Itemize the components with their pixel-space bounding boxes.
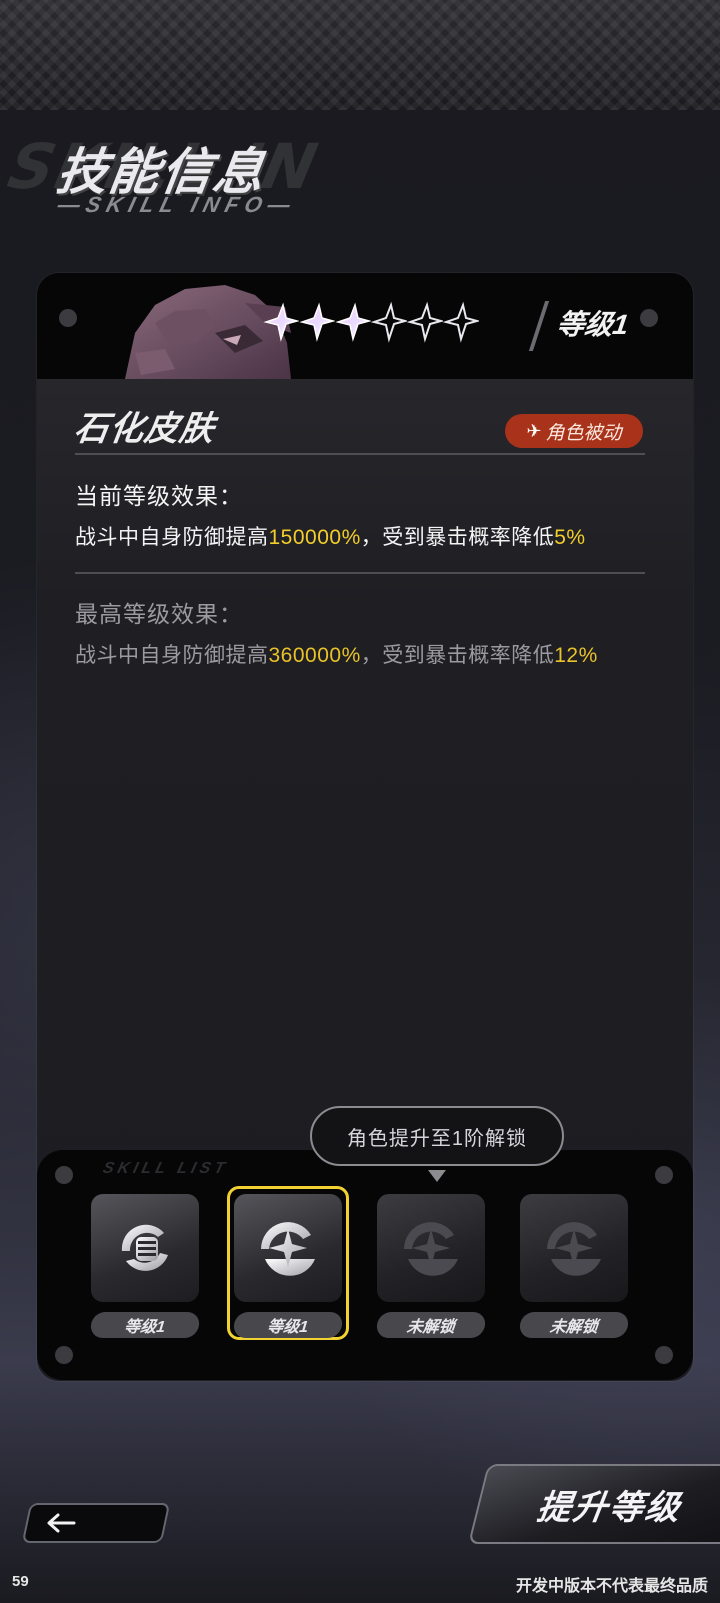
panel-dot	[55, 1166, 73, 1184]
top-texture	[0, 0, 720, 110]
max-defense-value: 360000%	[268, 644, 361, 667]
header-dot-right	[640, 309, 658, 327]
star-empty-icon	[443, 301, 479, 343]
current-effect-middle: ，受到暴击概率降低	[360, 526, 555, 549]
skill-slot-icon	[520, 1194, 628, 1302]
skill-slot-2[interactable]: 等级1	[227, 1186, 349, 1344]
max-crit-value: 12%	[554, 644, 598, 667]
skill-slot-icon	[377, 1194, 485, 1302]
shield-star-icon	[261, 1222, 315, 1276]
card-header: 等级1	[37, 273, 693, 379]
star-filled-icon	[263, 302, 299, 342]
skill-slot-4[interactable]: 未解锁	[517, 1194, 631, 1344]
panel-dot	[655, 1346, 673, 1364]
skill-level: 等级1	[554, 309, 631, 340]
arrow-left-icon	[47, 1513, 76, 1533]
page-subtitle: —SKILL INFO—	[55, 192, 300, 217]
current-effect-prefix: 战斗中自身防御提高	[75, 526, 269, 549]
skill-slot-1[interactable]: 等级1	[88, 1194, 202, 1344]
current-effect-label: 当前等级效果：	[75, 483, 243, 509]
panel-dot	[55, 1346, 73, 1364]
skill-slot-panel: SKILL LIST 等级1 等级1 未解锁 未解锁	[37, 1150, 693, 1380]
panel-dot	[655, 1166, 673, 1184]
current-defense-value: 150000%	[268, 526, 361, 549]
back-button[interactable]	[21, 1503, 171, 1543]
panel-deco-text: SKILL LIST	[101, 1160, 231, 1177]
fps-counter: 59	[12, 1573, 29, 1590]
skill-slot-label: 未解锁	[518, 1312, 630, 1338]
unlock-tooltip: 角色提升至1阶解锁	[310, 1106, 564, 1166]
header-divider	[528, 301, 550, 351]
tooltip-arrow-icon	[428, 1170, 446, 1182]
page-title-area: SKILL IN 技能信息 —SKILL INFO—	[2, 120, 410, 230]
max-effect-middle: ，受到暴击概率降低	[360, 644, 555, 667]
skill-slot-label: 等级1	[232, 1312, 344, 1338]
dev-disclaimer: 开发中版本不代表最终品质	[515, 1578, 708, 1595]
current-effect-text: 战斗中自身防御提高150000%，受到暴击概率降低5%	[75, 521, 586, 551]
shield-star-icon	[547, 1222, 601, 1276]
star-filled-icon	[299, 302, 335, 342]
shield-star-icon	[404, 1222, 458, 1276]
passive-badge-label: 角色被动	[545, 422, 622, 444]
skill-name: 石化皮肤	[71, 410, 218, 448]
skill-slot-3[interactable]: 未解锁	[374, 1194, 488, 1344]
divider-top	[75, 453, 645, 455]
upgrade-button-label: 提升等级	[534, 1488, 685, 1527]
plane-icon: ✈	[526, 420, 542, 441]
header-dot-left	[59, 309, 77, 327]
star-rating	[263, 301, 479, 343]
upgrade-button[interactable]: 提升等级	[468, 1464, 720, 1544]
star-empty-icon	[407, 301, 443, 343]
divider-middle	[75, 572, 645, 574]
passive-badge: ✈ 角色被动	[505, 414, 643, 448]
skill-slot-icon	[91, 1194, 199, 1302]
star-filled-icon	[335, 302, 371, 342]
max-effect-text: 战斗中自身防御提高360000%，受到暴击概率降低12%	[75, 639, 598, 669]
star-empty-icon	[371, 301, 407, 343]
max-effect-label: 最高等级效果：	[75, 601, 243, 627]
skill-slot-icon	[234, 1194, 342, 1302]
current-crit-value: 5%	[554, 526, 586, 549]
fist-icon	[121, 1224, 168, 1271]
skill-slot-label: 未解锁	[375, 1312, 487, 1338]
skill-slot-label: 等级1	[89, 1312, 201, 1338]
max-effect-prefix: 战斗中自身防御提高	[75, 644, 269, 667]
